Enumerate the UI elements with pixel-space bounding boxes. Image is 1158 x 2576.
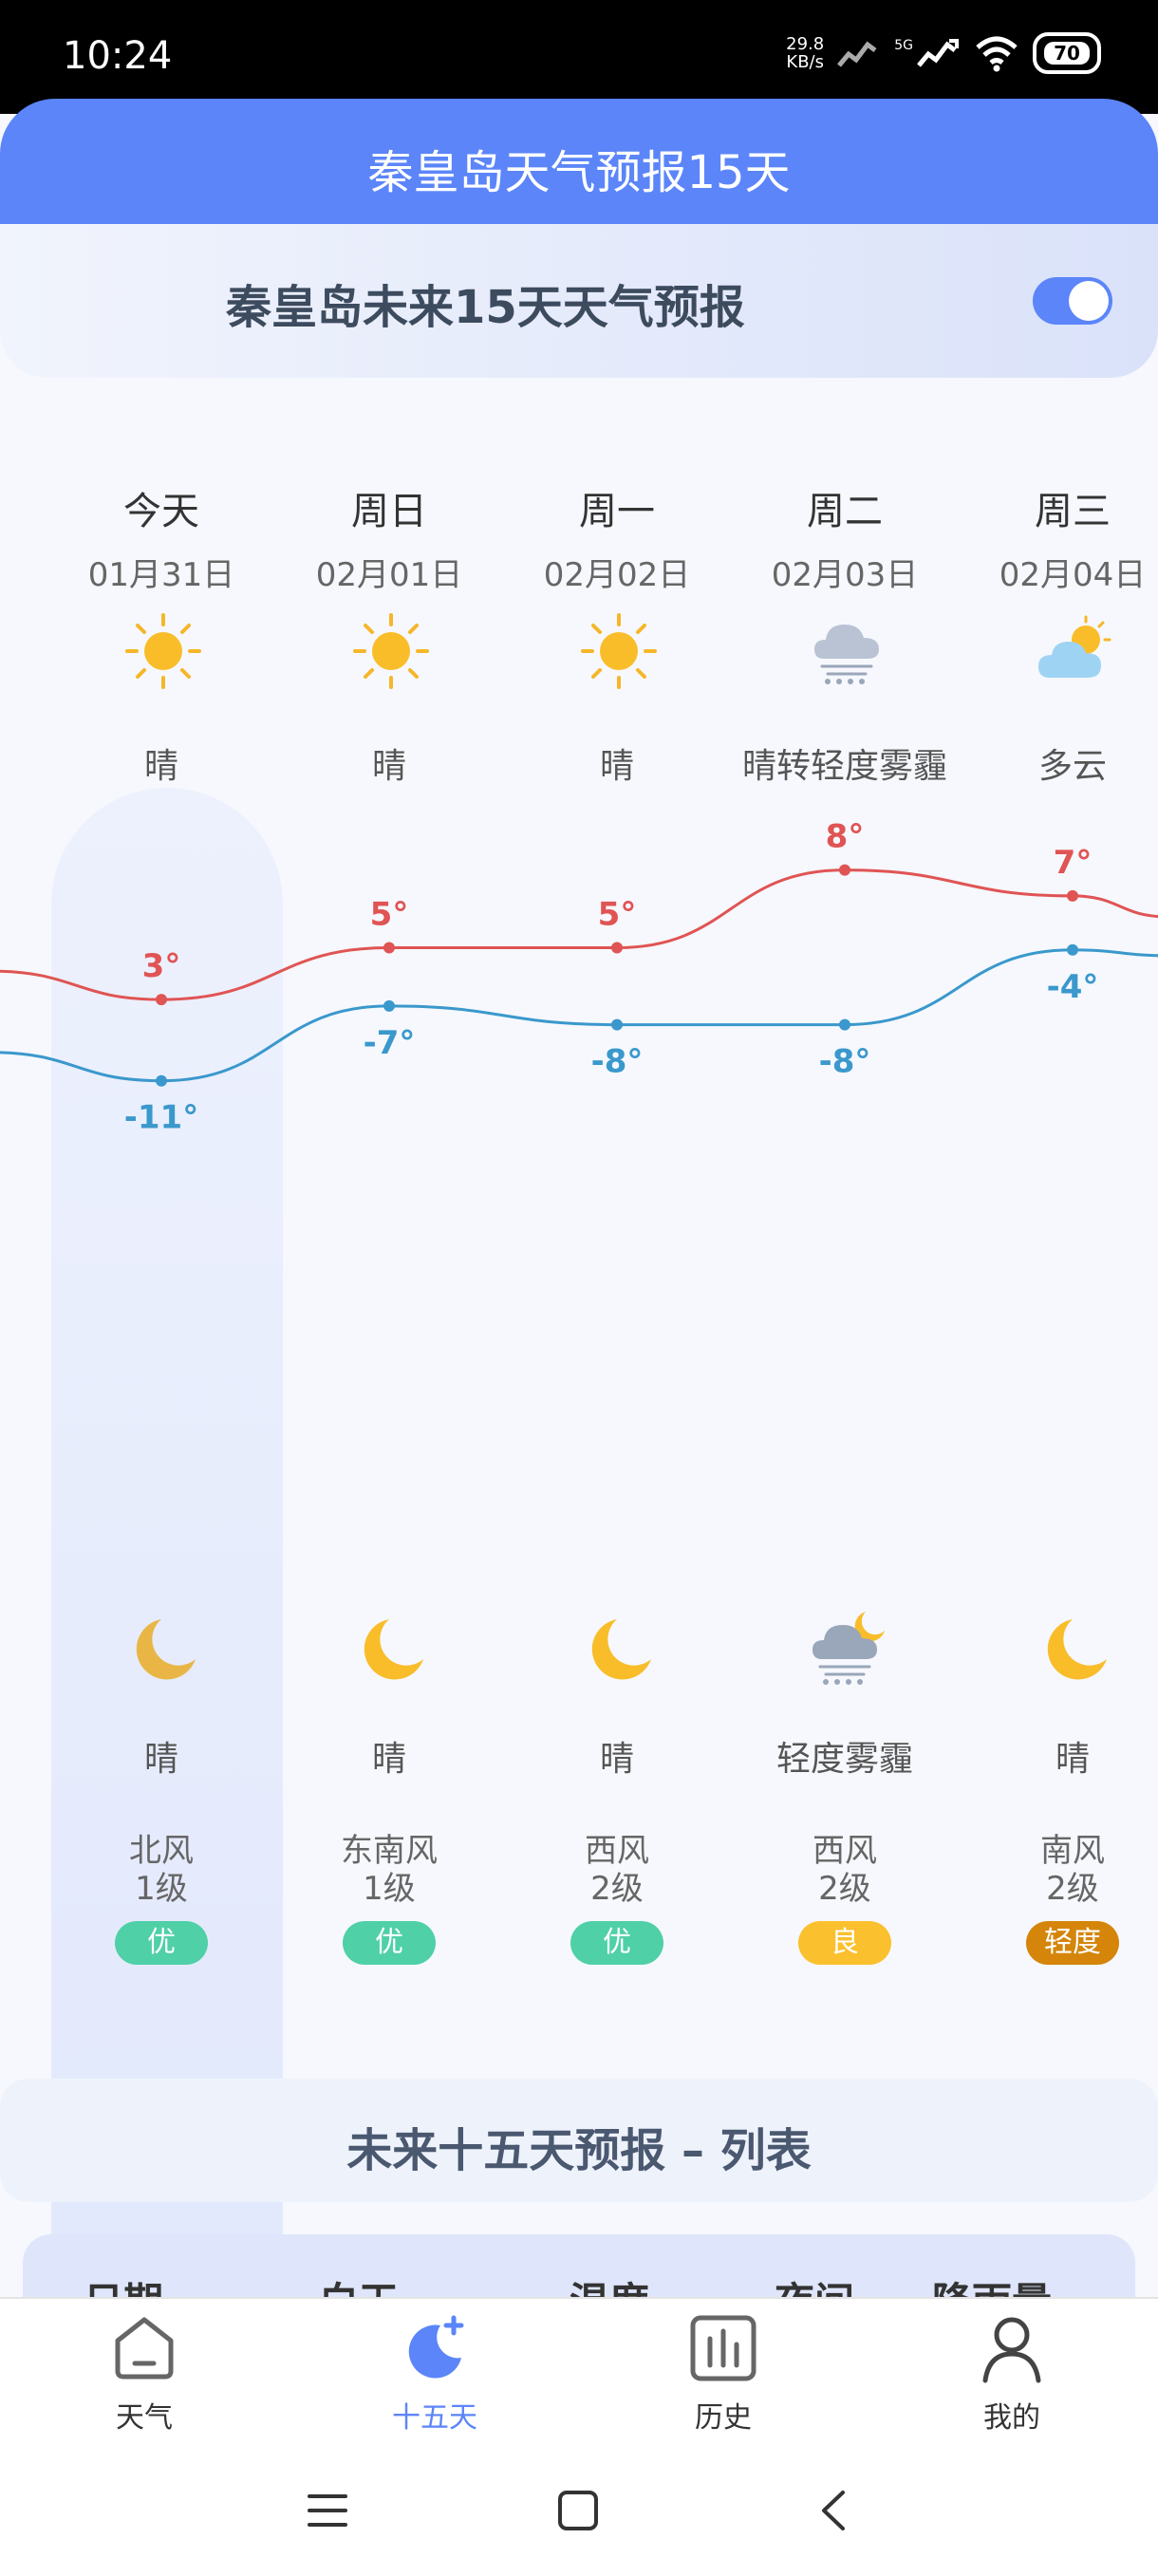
- high-temp-point: [1067, 889, 1078, 902]
- section-subtitle: 秦皇岛未来15天天气预报: [226, 281, 745, 334]
- page-title: 秦皇岛天气预报15天: [367, 146, 791, 199]
- nav-label-profile: 我的: [983, 2401, 1040, 2435]
- moon-icon: [1035, 1610, 1114, 1689]
- battery-level: 70: [1044, 42, 1090, 65]
- forecast-area[interactable]: 3° 5° 5° 8° 7° -11° -7° -8° -8° -4° 今天 01月31日晴晴北风 1…: [0, 378, 1158, 2363]
- day-name: 周一: [579, 490, 655, 533]
- wind-level: 1级: [363, 1870, 416, 1908]
- wind-level: 2级: [590, 1870, 644, 1908]
- night-weather: 晴: [599, 1740, 634, 1779]
- day-date: 01月31日: [87, 556, 235, 594]
- view-toggle[interactable]: [1033, 277, 1112, 325]
- day-weather: 晴转轻度雾霾: [741, 747, 947, 786]
- aqi-badge: 轻度: [1026, 1921, 1119, 1965]
- list-title: 未来十五天预报 – 列表: [346, 2124, 812, 2177]
- low-temp-point: [839, 1018, 850, 1031]
- day-date: 02月04日: [999, 556, 1147, 594]
- high-temp-label: 8°: [826, 818, 865, 856]
- low-temp-label: -8°: [591, 1043, 644, 1081]
- haze-cloud-moon-icon: [807, 1610, 887, 1689]
- wind-level: 1级: [135, 1870, 188, 1908]
- toggle-knob: [1069, 281, 1109, 321]
- day-date: 02月02日: [543, 556, 691, 594]
- moon-icon: [123, 1610, 203, 1689]
- day-name: 今天: [123, 490, 199, 533]
- bottom-nav: 天气 十五天 历史 我的: [0, 2297, 1158, 2576]
- day-weather: 晴: [143, 747, 178, 786]
- person-icon: [982, 2317, 1041, 2383]
- day-weather: 晴: [371, 747, 406, 786]
- aqi-badge: 优: [115, 1921, 208, 1965]
- high-temp-label: 3°: [142, 947, 181, 985]
- low-temp-point: [1067, 943, 1078, 956]
- low-temp-label: -7°: [364, 1024, 416, 1062]
- sun-icon: [123, 611, 203, 691]
- net-speed-unit: KB/s: [786, 52, 824, 72]
- high-temp-point: [156, 994, 167, 1006]
- wind-level: 2级: [1046, 1870, 1099, 1908]
- net-speed: 29.8 KB/s: [786, 35, 824, 71]
- moon-icon: [351, 1610, 431, 1689]
- night-weather: 晴: [143, 1740, 178, 1779]
- night-weather: 轻度雾霾: [775, 1740, 913, 1779]
- low-temp-label: -11°: [124, 1099, 198, 1137]
- day-name: 周二: [807, 490, 883, 533]
- high-temp-label: 5°: [370, 896, 409, 934]
- nav-label-weather: 天气: [116, 2401, 173, 2435]
- home-square-icon[interactable]: [556, 2489, 600, 2532]
- day-weather: 多云: [1037, 747, 1107, 786]
- day-date: 02月03日: [771, 556, 919, 594]
- high-temp-label: 7°: [1054, 844, 1093, 882]
- status-icons: 29.8 KB/s 5G 70: [786, 32, 1101, 74]
- day-weather: 晴: [599, 747, 634, 786]
- high-temp-point: [611, 942, 623, 954]
- high-temp-point: [383, 942, 395, 954]
- low-temp-point: [383, 999, 395, 1012]
- low-temp-point: [156, 1074, 167, 1087]
- moon-star-icon: [408, 2315, 464, 2379]
- subtitle-card: 秦皇岛未来15天天气预报: [0, 224, 1158, 378]
- aqi-badge: 优: [570, 1921, 663, 1965]
- nav-label-history: 历史: [695, 2401, 752, 2435]
- low-temp-point: [611, 1018, 623, 1031]
- list-section-header: 未来十五天预报 – 列表: [0, 2079, 1158, 2202]
- high-temp-label: 5°: [598, 896, 637, 934]
- moon-icon: [579, 1610, 659, 1689]
- signal-icon: [837, 41, 877, 67]
- sun-icon: [579, 611, 659, 691]
- nav-label-fifteen-day: 十五天: [392, 2401, 477, 2435]
- back-icon[interactable]: [812, 2489, 856, 2532]
- aqi-badge: 优: [343, 1921, 436, 1965]
- day-name: 周三: [1035, 490, 1111, 533]
- status-time: 10:24: [63, 34, 173, 78]
- menu-icon[interactable]: [306, 2489, 349, 2532]
- partly-cloudy-icon: [1035, 611, 1114, 691]
- aqi-badge: 良: [798, 1921, 891, 1965]
- net-speed-value: 29.8: [786, 34, 825, 54]
- day-name: 周日: [351, 490, 427, 533]
- network-type: 5G: [894, 38, 913, 53]
- status-bar: 10:24 29.8 KB/s 5G 70: [0, 0, 1158, 114]
- sun-icon: [351, 611, 431, 691]
- low-temp-label: -8°: [819, 1043, 871, 1081]
- signal-5g-icon: [917, 39, 959, 67]
- night-weather: 晴: [1055, 1740, 1090, 1779]
- app-header: 秦皇岛天气预报15天: [0, 99, 1158, 224]
- high-temp-point: [839, 864, 850, 876]
- bar-chart-icon: [690, 2315, 756, 2381]
- wifi-icon: [976, 36, 1018, 72]
- low-temp-label: -4°: [1047, 968, 1099, 1006]
- day-date: 02月01日: [315, 556, 463, 594]
- battery-icon: 70: [1033, 32, 1101, 74]
- wind-level: 2级: [818, 1870, 871, 1908]
- haze-cloud-icon: [807, 611, 887, 691]
- night-weather: 晴: [371, 1740, 406, 1779]
- house-icon: [115, 2317, 174, 2380]
